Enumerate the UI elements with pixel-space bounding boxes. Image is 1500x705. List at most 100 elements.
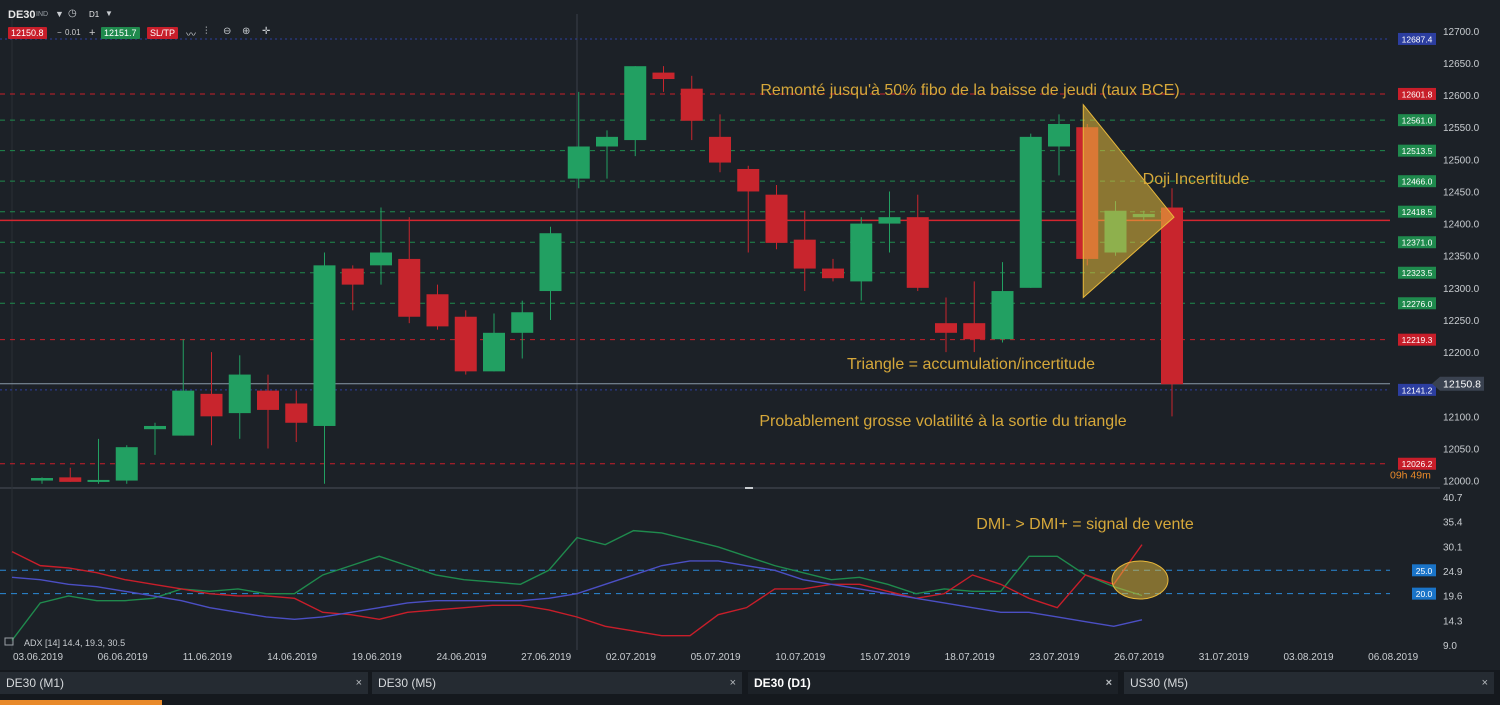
zoom-out-icon[interactable]: ⊖ <box>223 26 231 37</box>
clock-icon[interactable]: ◷ <box>68 8 77 19</box>
line-chart-icon[interactable]: 〰 <box>186 26 196 41</box>
chart-annotation: Triangle = accumulation/incertitude <box>847 356 1095 373</box>
y-tick-label: 12650.0 <box>1443 59 1480 70</box>
x-tick-label: 11.06.2019 <box>183 652 233 663</box>
price-chart[interactable]: Remonté jusqu'à 50% fibo de la baisse de… <box>0 0 1500 670</box>
chart-annotation: Doji Incertitude <box>1143 171 1250 188</box>
tab-us30-m5[interactable]: US30 (M5) × <box>1124 672 1494 694</box>
price-level-tag-label: 12601.8 <box>1402 89 1433 99</box>
price-level-tag-label: 12418.5 <box>1402 207 1433 217</box>
price-level-tag-label: 12687.4 <box>1402 34 1433 44</box>
candle-body <box>765 194 788 243</box>
price-level-tag-label: 12141.2 <box>1402 385 1433 395</box>
timeframe-label[interactable]: D1 <box>89 10 99 19</box>
y-tick-label: 12000.0 <box>1443 477 1480 488</box>
candle-body <box>935 323 957 333</box>
price-level-tag-label: 12371.0 <box>1402 238 1433 248</box>
sltp-button[interactable]: SL/TP <box>147 27 179 39</box>
y-tick-label: 12400.0 <box>1443 220 1480 231</box>
x-tick-label: 15.07.2019 <box>860 652 910 663</box>
adx-y-tick-label: 40.7 <box>1443 493 1463 504</box>
volume-increase-button[interactable]: + <box>89 27 95 39</box>
y-tick-label: 12700.0 <box>1443 27 1480 38</box>
price-level-tag-label: 12466.0 <box>1402 177 1433 187</box>
y-tick-label: 12300.0 <box>1443 284 1480 295</box>
candle-body <box>596 136 618 147</box>
adx-y-tick-label: 24.9 <box>1443 567 1463 578</box>
y-tick-label: 12500.0 <box>1443 155 1480 166</box>
tab-label: DE30 (M1) <box>6 676 65 690</box>
indicator-title: ADX [14] 14.4, 19.3, 30.5 <box>24 638 125 648</box>
candle-body <box>454 316 477 372</box>
candle-body <box>737 168 760 192</box>
candle-body <box>87 479 110 482</box>
y-tick-label: 12050.0 <box>1443 444 1480 455</box>
candle-body <box>652 72 675 80</box>
crosshair-icon[interactable]: ✛ <box>262 26 270 37</box>
x-tick-label: 02.07.2019 <box>606 652 656 663</box>
close-icon[interactable]: × <box>1482 672 1488 694</box>
price-level-tag-label: 12513.5 <box>1402 146 1433 156</box>
signal-highlight <box>1111 560 1169 600</box>
candle-body <box>511 312 534 333</box>
x-tick-label: 10.07.2019 <box>775 652 825 663</box>
x-tick-label: 24.06.2019 <box>436 652 486 663</box>
y-tick-label: 12100.0 <box>1443 412 1480 423</box>
tab-accent-bar <box>0 700 162 705</box>
x-tick-label: 26.07.2019 <box>1114 652 1164 663</box>
candle-body <box>567 146 590 179</box>
candle-body <box>370 252 392 266</box>
chart-annotation: Probablement grosse volatilité à la sort… <box>759 413 1126 430</box>
tab-de30-d1[interactable]: DE30 (D1) × <box>748 672 1118 694</box>
spread-value: 0.01 <box>65 28 81 37</box>
candle-body <box>172 390 195 436</box>
y-tick-label: 12550.0 <box>1443 123 1480 134</box>
candle-body <box>200 393 223 417</box>
y-tick-label: 12450.0 <box>1443 187 1480 198</box>
x-tick-label: 19.06.2019 <box>352 652 402 663</box>
symbol-label[interactable]: DE30 <box>8 9 36 21</box>
adx-level-tag-label: 25.0 <box>1416 566 1433 576</box>
close-icon[interactable]: × <box>356 672 362 694</box>
candle-body <box>1048 124 1070 147</box>
x-tick-label: 03.06.2019 <box>13 652 63 663</box>
x-tick-label: 14.06.2019 <box>267 652 317 663</box>
candle-body <box>793 239 816 269</box>
adx-y-tick-label: 14.3 <box>1443 616 1463 627</box>
candle-body <box>850 223 873 282</box>
zoom-in-icon[interactable]: ⊕ <box>242 26 250 37</box>
current-price-label: 12150.8 <box>1443 379 1481 391</box>
adx-y-tick-label: 19.6 <box>1443 592 1463 603</box>
candle-body <box>426 294 449 327</box>
timeframe-dropdown-icon[interactable]: ▼ <box>105 9 113 18</box>
sell-price-button[interactable]: 12150.8 <box>8 27 47 39</box>
tab-label: US30 (M5) <box>1130 676 1189 690</box>
tab-label: DE30 (D1) <box>754 676 811 690</box>
close-icon[interactable]: × <box>730 672 736 694</box>
x-tick-label: 18.07.2019 <box>945 652 995 663</box>
chart-annotation: Remonté jusqu'à 50% fibo de la baisse de… <box>760 82 1179 99</box>
adx-y-tick-label: 9.0 <box>1443 641 1457 652</box>
buy-price-button[interactable]: 12151.7 <box>101 27 140 39</box>
price-level-tag-label: 12561.0 <box>1402 116 1433 126</box>
x-tick-label: 05.07.2019 <box>691 652 741 663</box>
tab-label: DE30 (M5) <box>378 676 437 690</box>
price-level-tag-label: 12276.0 <box>1402 299 1433 309</box>
triangle-pattern <box>1082 103 1175 299</box>
tab-de30-m5[interactable]: DE30 (M5) × <box>372 672 742 694</box>
tab-de30-m1[interactable]: DE30 (M1) × <box>0 672 368 694</box>
y-tick-label: 12200.0 <box>1443 348 1480 359</box>
candle-body <box>709 136 731 163</box>
indicators-icon[interactable]: ⫶ <box>205 26 208 37</box>
adx-y-tick-label: 35.4 <box>1443 518 1463 529</box>
x-tick-label: 06.08.2019 <box>1368 652 1418 663</box>
candle-body <box>115 447 138 481</box>
candle-body <box>228 374 251 414</box>
volume-decrease-button[interactable]: − <box>57 27 62 39</box>
adx-y-tick-label: 30.1 <box>1443 542 1463 553</box>
candle-body <box>624 66 647 141</box>
symbol-dropdown-icon[interactable]: ▼ <box>55 9 64 19</box>
close-icon[interactable]: × <box>1106 672 1112 694</box>
x-tick-label: 06.06.2019 <box>98 652 148 663</box>
candle-body <box>483 332 505 372</box>
